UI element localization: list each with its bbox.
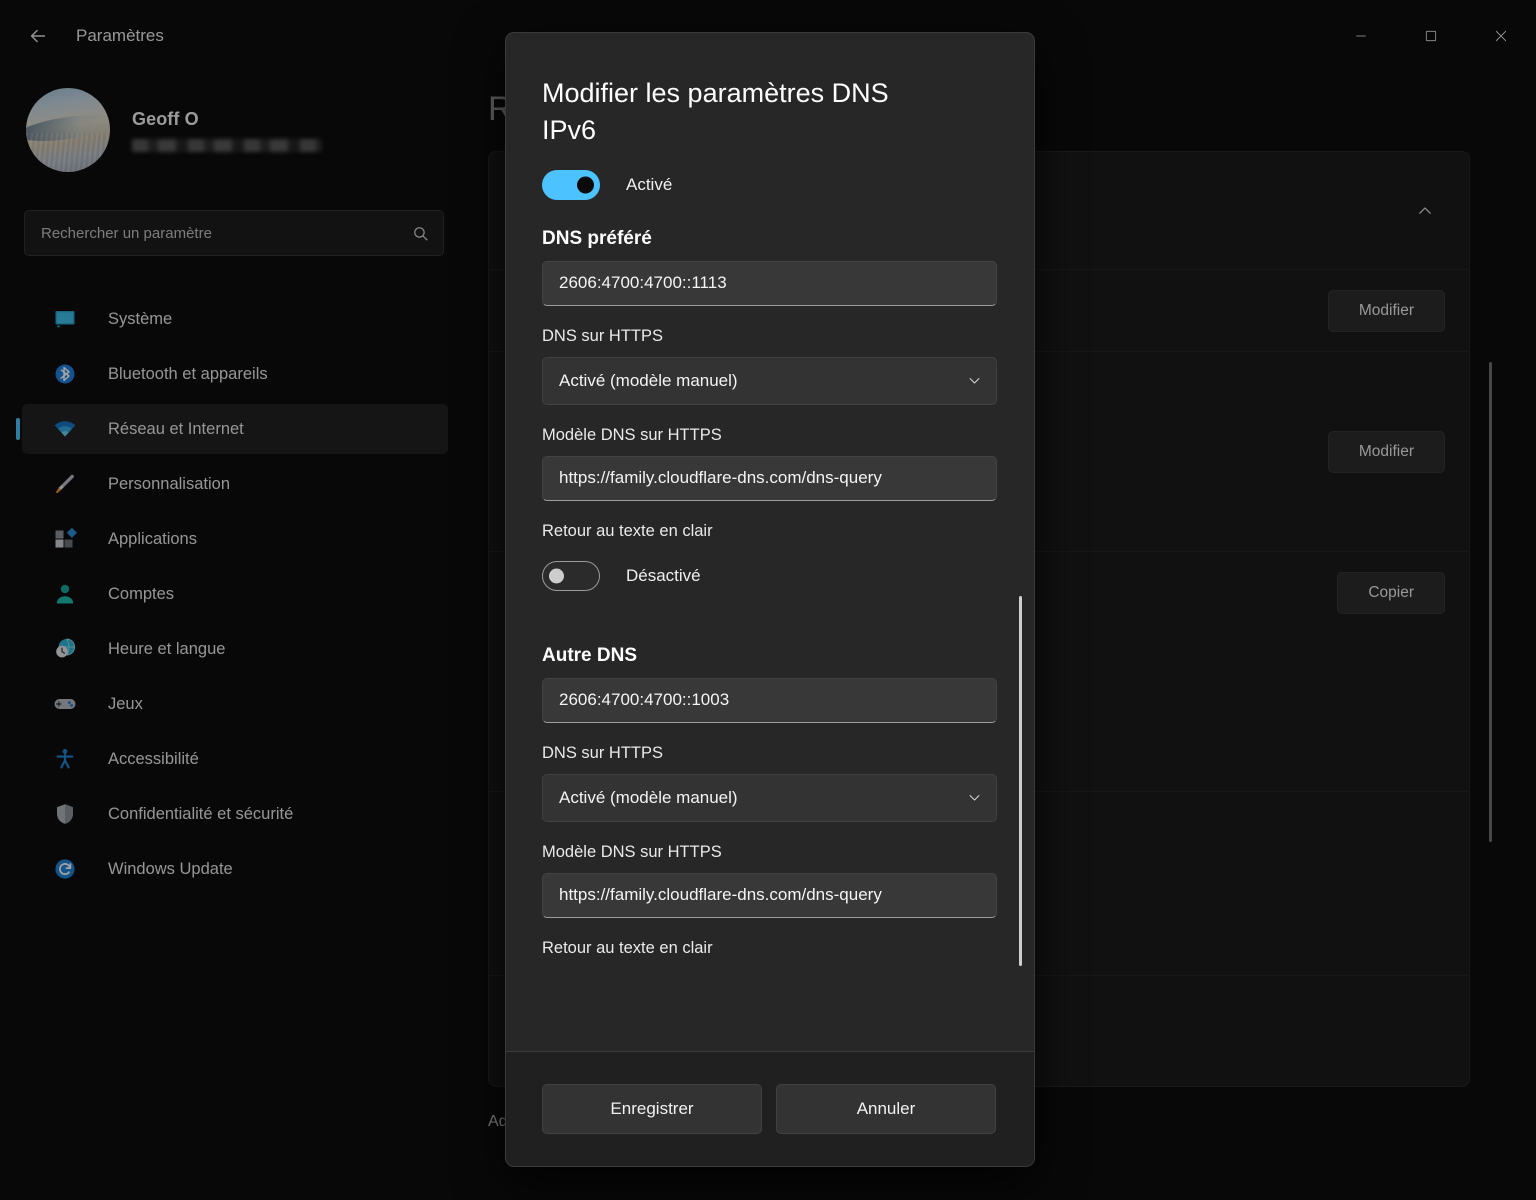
preferred-dns-label: DNS préféré — [542, 227, 652, 249]
dialog-footer: Enregistrer Annuler — [506, 1051, 1034, 1166]
chevron-down-icon — [967, 373, 982, 388]
dialog-body: Modifier les paramètres DNS IPv6 Activé … — [506, 33, 1034, 1051]
alternate-doh-value: Activé (modèle manuel) — [559, 787, 738, 807]
alternate-template-label: Modèle DNS sur HTTPS — [542, 842, 722, 861]
preferred-fallback-toggle[interactable] — [542, 560, 600, 591]
ipv6-heading: IPv6 — [542, 115, 597, 146]
preferred-template-label: Modèle DNS sur HTTPS — [542, 425, 722, 444]
ipv6-toggle[interactable] — [542, 169, 600, 200]
preferred-doh-label: DNS sur HTTPS — [542, 326, 664, 345]
alternate-dns-value: 2606:4700:4700::1003 — [559, 690, 730, 709]
alternate-doh-select[interactable]: Activé (modèle manuel) — [542, 773, 997, 822]
alternate-dns-label: Autre DNS — [542, 644, 638, 666]
dns-settings-dialog: Modifier les paramètres DNS IPv6 Activé … — [505, 32, 1035, 1167]
toggle-knob — [549, 568, 564, 583]
preferred-template-value: https://family.cloudflare-dns.com/dns-qu… — [559, 468, 882, 487]
ipv6-toggle-label: Activé — [626, 174, 673, 194]
preferred-dns-value: 2606:4700:4700::1113 — [559, 273, 727, 292]
alternate-template-input[interactable]: https://family.cloudflare-dns.com/dns-qu… — [542, 872, 997, 918]
preferred-doh-select[interactable]: Activé (modèle manuel) — [542, 356, 997, 405]
preferred-template-input[interactable]: https://family.cloudflare-dns.com/dns-qu… — [542, 455, 997, 501]
preferred-fallback-label: Retour au texte en clair — [542, 521, 713, 540]
preferred-fallback-toggle-row: Désactivé — [542, 560, 998, 591]
cancel-button[interactable]: Annuler — [776, 1084, 996, 1134]
preferred-doh-value: Activé (modèle manuel) — [559, 370, 738, 390]
ipv6-toggle-row: Activé — [542, 169, 998, 200]
alternate-template-value: https://family.cloudflare-dns.com/dns-qu… — [559, 885, 882, 904]
preferred-dns-input[interactable]: 2606:4700:4700::1113 — [542, 260, 997, 306]
toggle-knob — [577, 176, 594, 193]
preferred-fallback-toggle-label: Désactivé — [626, 565, 701, 585]
dialog-scrollbar[interactable] — [1019, 596, 1022, 966]
save-button[interactable]: Enregistrer — [542, 1084, 762, 1134]
settings-window: Paramètres Geoff O Rechercher un paramèt… — [0, 0, 1536, 1200]
alternate-doh-label: DNS sur HTTPS — [542, 743, 664, 762]
dialog-title: Modifier les paramètres DNS — [542, 78, 889, 108]
chevron-down-icon — [967, 790, 982, 805]
alternate-dns-input[interactable]: 2606:4700:4700::1003 — [542, 677, 997, 723]
alternate-fallback-label: Retour au texte en clair — [542, 938, 713, 957]
